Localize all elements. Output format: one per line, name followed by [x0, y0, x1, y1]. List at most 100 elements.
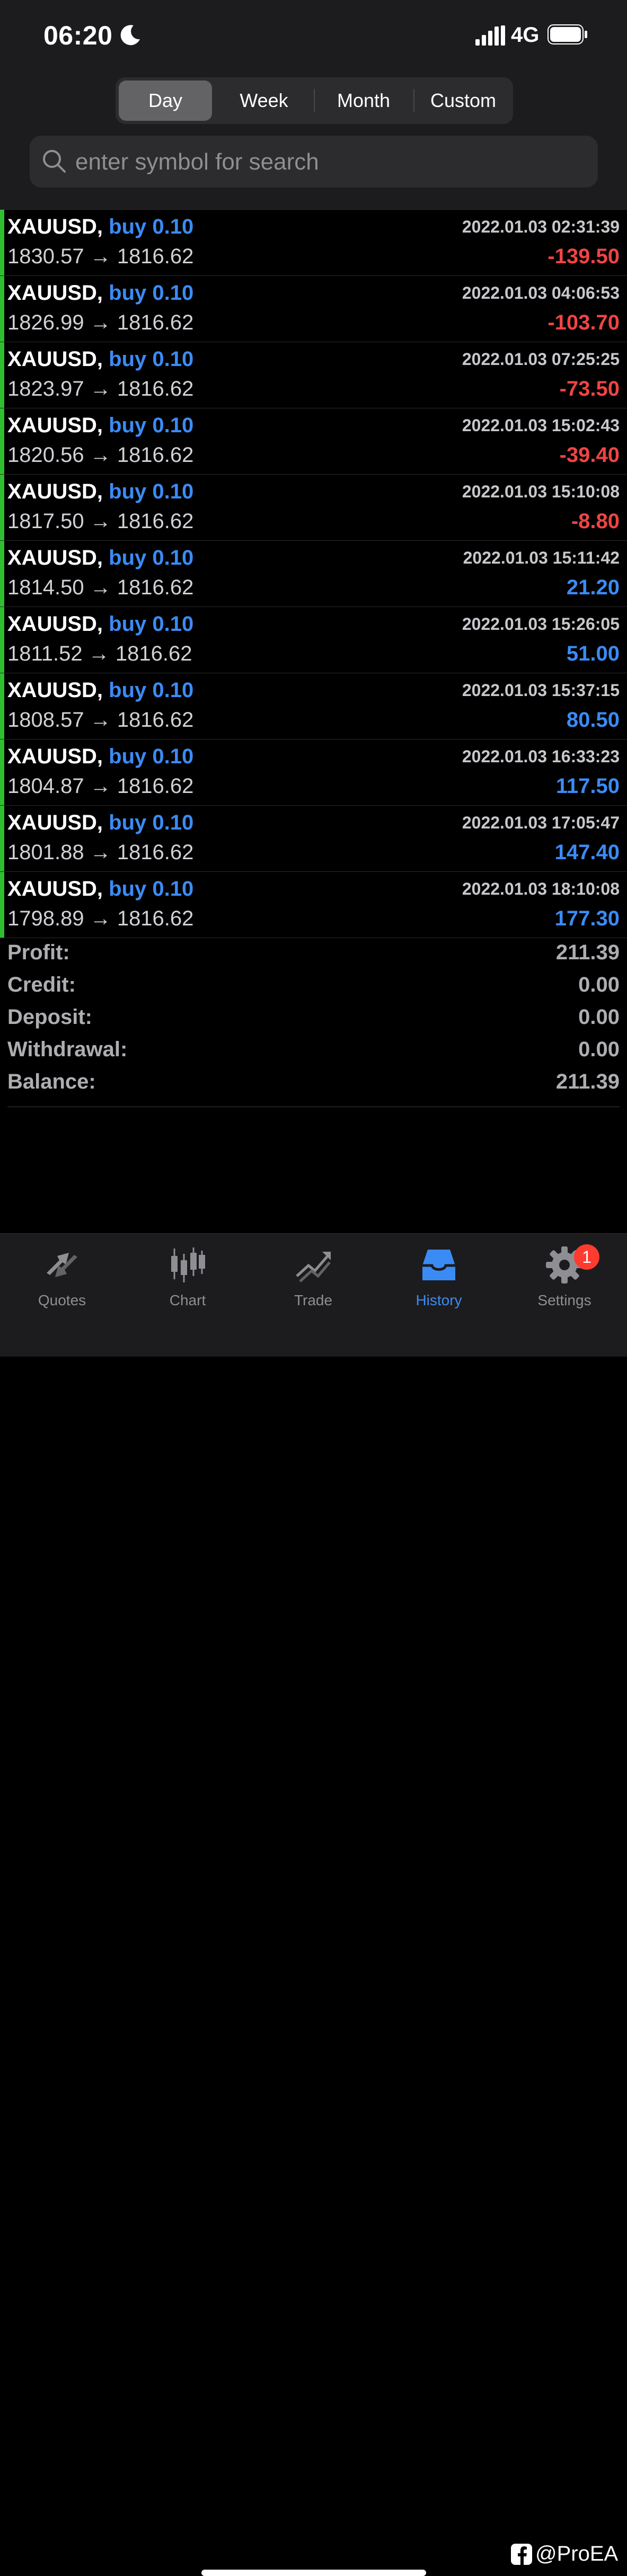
deal-symbol: XAUUSD,: [7, 414, 103, 437]
deal-type: buy 0.10: [109, 480, 194, 503]
signal-icon: [475, 25, 505, 46]
deal-status-bar: [0, 607, 4, 673]
deal-profit: -39.40: [559, 443, 620, 467]
deal-type: buy 0.10: [109, 877, 194, 901]
summary-label: Profit:: [7, 941, 70, 964]
summary-section: Profit: 211.39 Credit: 0.00 Deposit: 0.00 With…: [7, 938, 620, 1107]
tab-label-chart: Chart: [169, 1292, 206, 1308]
deal-row[interactable]: XAUUSD, buy 0.10 1826.99 → 1816.62 2022.01…: [0, 276, 627, 342]
watermark-text: @ProEA: [535, 2542, 619, 2565]
deal-status-bar: [0, 475, 4, 540]
deal-symbol: XAUUSD,: [7, 612, 103, 636]
network-label: 4G: [511, 23, 540, 47]
deal-prices: 1817.50 → 1816.62: [7, 510, 194, 533]
deal-prices: 1830.57 → 1816.62: [7, 245, 194, 268]
deal-profit: 117.50: [555, 774, 620, 798]
deal-time: 2022.01.03 15:26:05: [462, 614, 620, 634]
tab-trade[interactable]: Trade: [260, 1244, 366, 1318]
tab-chart[interactable]: Chart: [135, 1244, 241, 1318]
deal-row[interactable]: XAUUSD, buy 0.10 1820.56 → 1816.62 2022.01…: [0, 408, 627, 475]
deal-type: buy 0.10: [109, 745, 194, 768]
deal-row[interactable]: XAUUSD, buy 0.10 1823.97 → 1816.62 2022.01…: [0, 342, 627, 408]
summary-value: 211.39: [555, 941, 620, 964]
segment-week[interactable]: Week: [217, 81, 311, 121]
deal-type: buy 0.10: [109, 281, 194, 305]
deal-time: 2022.01.03 07:25:25: [462, 350, 620, 369]
tab-quotes[interactable]: Quotes: [9, 1244, 115, 1318]
deal-time: 2022.01.03 18:10:08: [462, 879, 620, 898]
deal-time: 2022.01.03 15:02:43: [462, 416, 620, 435]
deal-type: buy 0.10: [109, 679, 194, 702]
segment-day[interactable]: Day: [119, 81, 212, 121]
deal-symbol-line: XAUUSD, buy 0.10: [7, 414, 193, 438]
deal-symbol: XAUUSD,: [7, 347, 103, 371]
deal-prices: 1801.88 → 1816.62: [7, 841, 194, 864]
deal-row[interactable]: XAUUSD, buy 0.10 1814.50 → 1816.62 2022.01…: [0, 541, 627, 607]
deal-prices: 1823.97 → 1816.62: [7, 377, 194, 400]
deal-row[interactable]: XAUUSD, buy 0.10 1801.88 → 1816.62 2022.01…: [0, 806, 627, 872]
deal-symbol: XAUUSD,: [7, 480, 103, 503]
summary-label: Deposit:: [7, 1005, 92, 1029]
deal-prices: 1820.56 → 1816.62: [7, 443, 194, 467]
search-input[interactable]: [74, 136, 585, 189]
summary-value: 0.00: [578, 973, 620, 996]
deal-time: 2022.01.03 15:37:15: [462, 681, 620, 700]
deal-symbol-line: XAUUSD, buy 0.10: [7, 347, 193, 371]
status-bar: 06:20 4G: [0, 0, 627, 69]
summary-label: Balance:: [7, 1070, 96, 1093]
deal-symbol-line: XAUUSD, buy 0.10: [7, 480, 193, 504]
tab-settings[interactable]: Settings 1: [511, 1244, 617, 1318]
deal-row[interactable]: XAUUSD, buy 0.10 1830.57 → 1816.62 2022.01…: [0, 210, 627, 276]
summary-row: Profit: 211.39: [7, 938, 620, 970]
quotes-icon: [47, 1253, 77, 1277]
watermark: @ProEA: [511, 2542, 618, 2566]
segment-custom[interactable]: Custom: [417, 81, 510, 121]
deal-prices: 1814.50 → 1816.62: [7, 576, 194, 599]
segment-divider: [413, 89, 414, 112]
deal-profit: -103.70: [547, 311, 620, 334]
deal-prices: 1826.99 → 1816.62: [7, 311, 194, 334]
deal-status-bar: [0, 541, 4, 607]
tab-label-settings: Settings: [537, 1292, 591, 1308]
tab-history[interactable]: History: [386, 1244, 492, 1318]
summary-value: 0.00: [578, 1038, 620, 1061]
deal-type: buy 0.10: [109, 612, 194, 636]
summary-row: Balance: 211.39: [7, 1067, 620, 1099]
deal-row[interactable]: XAUUSD, buy 0.10 1811.52 → 1816.62 2022.01…: [0, 607, 627, 673]
chart-icon: [171, 1247, 205, 1282]
battery-icon: [547, 24, 587, 44]
deal-row[interactable]: XAUUSD, buy 0.10 1817.50 → 1816.62 2022.01…: [0, 475, 627, 541]
deal-status-bar: [0, 739, 4, 805]
search-icon: [43, 150, 66, 173]
segment-month[interactable]: Month: [317, 81, 410, 121]
search-bar[interactable]: [30, 136, 598, 189]
deal-time: 2022.01.03 02:31:39: [462, 217, 620, 236]
deal-status-bar: [0, 408, 4, 474]
segment-divider: [314, 89, 315, 112]
deal-profit: 51.00: [566, 642, 620, 665]
deal-profit: 177.30: [554, 907, 620, 930]
status-time: 06:20: [43, 21, 113, 50]
tab-label-history: History: [416, 1292, 462, 1308]
deal-profit: 147.40: [554, 841, 620, 864]
deal-symbol: XAUUSD,: [7, 679, 103, 702]
deal-time: 2022.01.03 15:11:42: [463, 548, 620, 567]
deal-prices: 1798.89 → 1816.62: [7, 907, 194, 930]
deal-type: buy 0.10: [109, 347, 194, 371]
summary-row: Withdrawal: 0.00: [7, 1035, 620, 1067]
summary-label: Withdrawal:: [7, 1038, 128, 1061]
tab-label-trade: Trade: [294, 1292, 333, 1308]
deal-prices: 1811.52 → 1816.62: [7, 642, 192, 665]
deal-time: 2022.01.03 04:06:53: [462, 283, 620, 302]
deal-row[interactable]: XAUUSD, buy 0.10 1798.89 → 1816.62 2022.01…: [0, 872, 627, 938]
deal-symbol: XAUUSD,: [7, 546, 103, 569]
deal-symbol-line: XAUUSD, buy 0.10: [7, 215, 193, 239]
summary-label: Credit:: [7, 973, 76, 996]
deal-status-bar: [0, 210, 4, 275]
deal-row[interactable]: XAUUSD, buy 0.10 1808.57 → 1816.62 2022.01…: [0, 673, 627, 739]
trade-icon: [296, 1252, 331, 1282]
deal-symbol-line: XAUUSD, buy 0.10: [7, 612, 193, 636]
deal-symbol-line: XAUUSD, buy 0.10: [7, 811, 193, 835]
deal-symbol-line: XAUUSD, buy 0.10: [7, 281, 193, 305]
deal-row[interactable]: XAUUSD, buy 0.10 1804.87 → 1816.62 2022.01…: [0, 739, 627, 806]
